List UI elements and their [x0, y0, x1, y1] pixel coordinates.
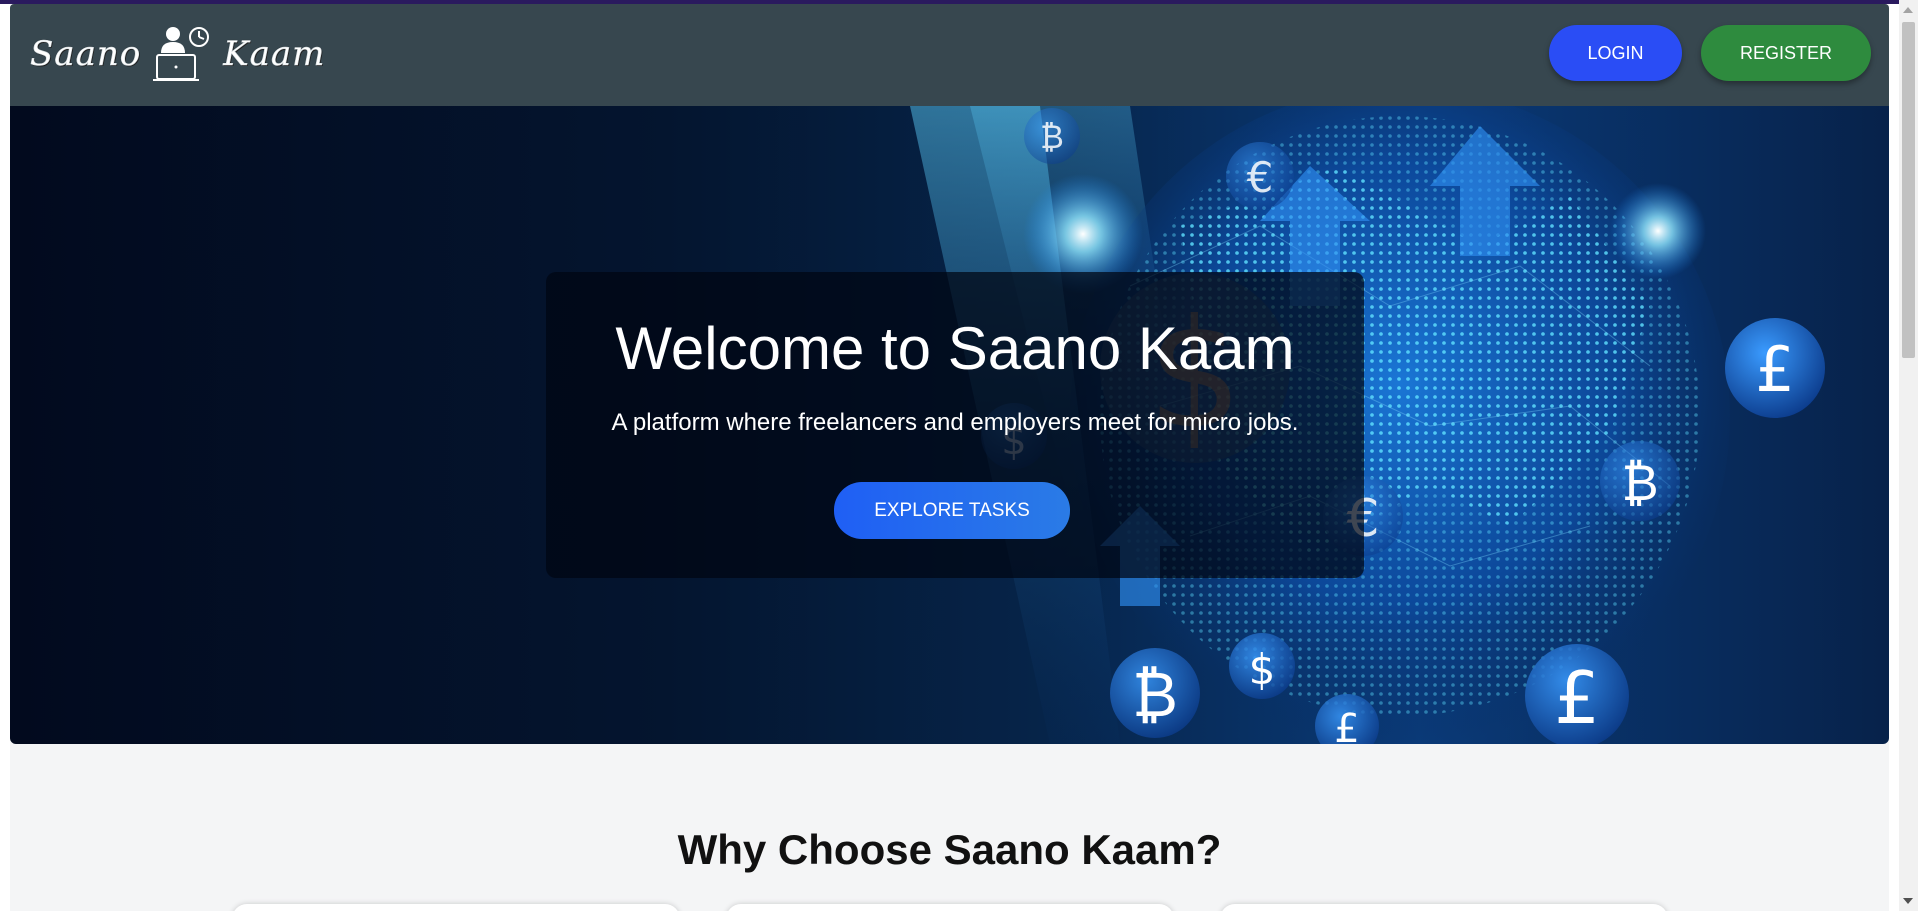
register-button[interactable]: REGISTER [1701, 25, 1871, 81]
freelancer-clock-icon [153, 27, 210, 81]
svg-text:₿: ₿ [1621, 454, 1658, 512]
pound-icon: £ [1525, 644, 1629, 744]
hero-card: Welcome to Saano Kaam A platform where f… [546, 272, 1364, 578]
svg-text:£: £ [1554, 656, 1600, 740]
scroll-up-arrow-icon[interactable] [1903, 7, 1913, 13]
svg-text:£: £ [1755, 333, 1794, 406]
scroll-down-arrow-icon[interactable] [1903, 898, 1913, 904]
page-scrollbar[interactable] [1899, 0, 1918, 911]
pound-icon: £ [1725, 318, 1825, 418]
feature-card [726, 904, 1174, 911]
login-button[interactable]: LOGIN [1549, 25, 1682, 81]
hero-banner: ₿ € $ £ ₿ € $ [10, 106, 1889, 744]
svg-text:₿: ₿ [1040, 118, 1064, 156]
bitcoin-icon: ₿ [1600, 441, 1680, 521]
site-logo[interactable]: Saano Kaam [30, 22, 325, 86]
logo-text-left: Saano [30, 34, 142, 75]
bitcoin-icon: ₿ [1024, 108, 1080, 164]
feature-card [232, 904, 680, 911]
svg-text:€: € [1247, 153, 1274, 202]
why-section-title: Why Choose Saano Kaam? [677, 826, 1222, 873]
dollar-icon: $ [1229, 633, 1295, 699]
feature-card [1220, 904, 1668, 911]
page: Saano Kaam LOGIN REGISTER ₿ € £ ₿ ₿ $ £ … [10, 4, 1889, 911]
bitcoin-icon: ₿ [1110, 648, 1200, 738]
logo-text-right: Kaam [223, 34, 326, 75]
svg-text:₿: ₿ [1132, 658, 1178, 731]
svg-text:£: £ [1334, 706, 1359, 744]
explore-tasks-button[interactable]: EXPLORE TASKS [834, 482, 1070, 539]
navbar: Saano Kaam LOGIN REGISTER [10, 4, 1889, 106]
hero-subtitle: A platform where freelancers and employe… [611, 409, 1299, 436]
euro-icon: € [1226, 142, 1294, 210]
scrollbar-thumb[interactable] [1902, 22, 1915, 358]
hero-title: Welcome to Saano Kaam [615, 315, 1295, 382]
svg-text:$: $ [1249, 645, 1276, 694]
